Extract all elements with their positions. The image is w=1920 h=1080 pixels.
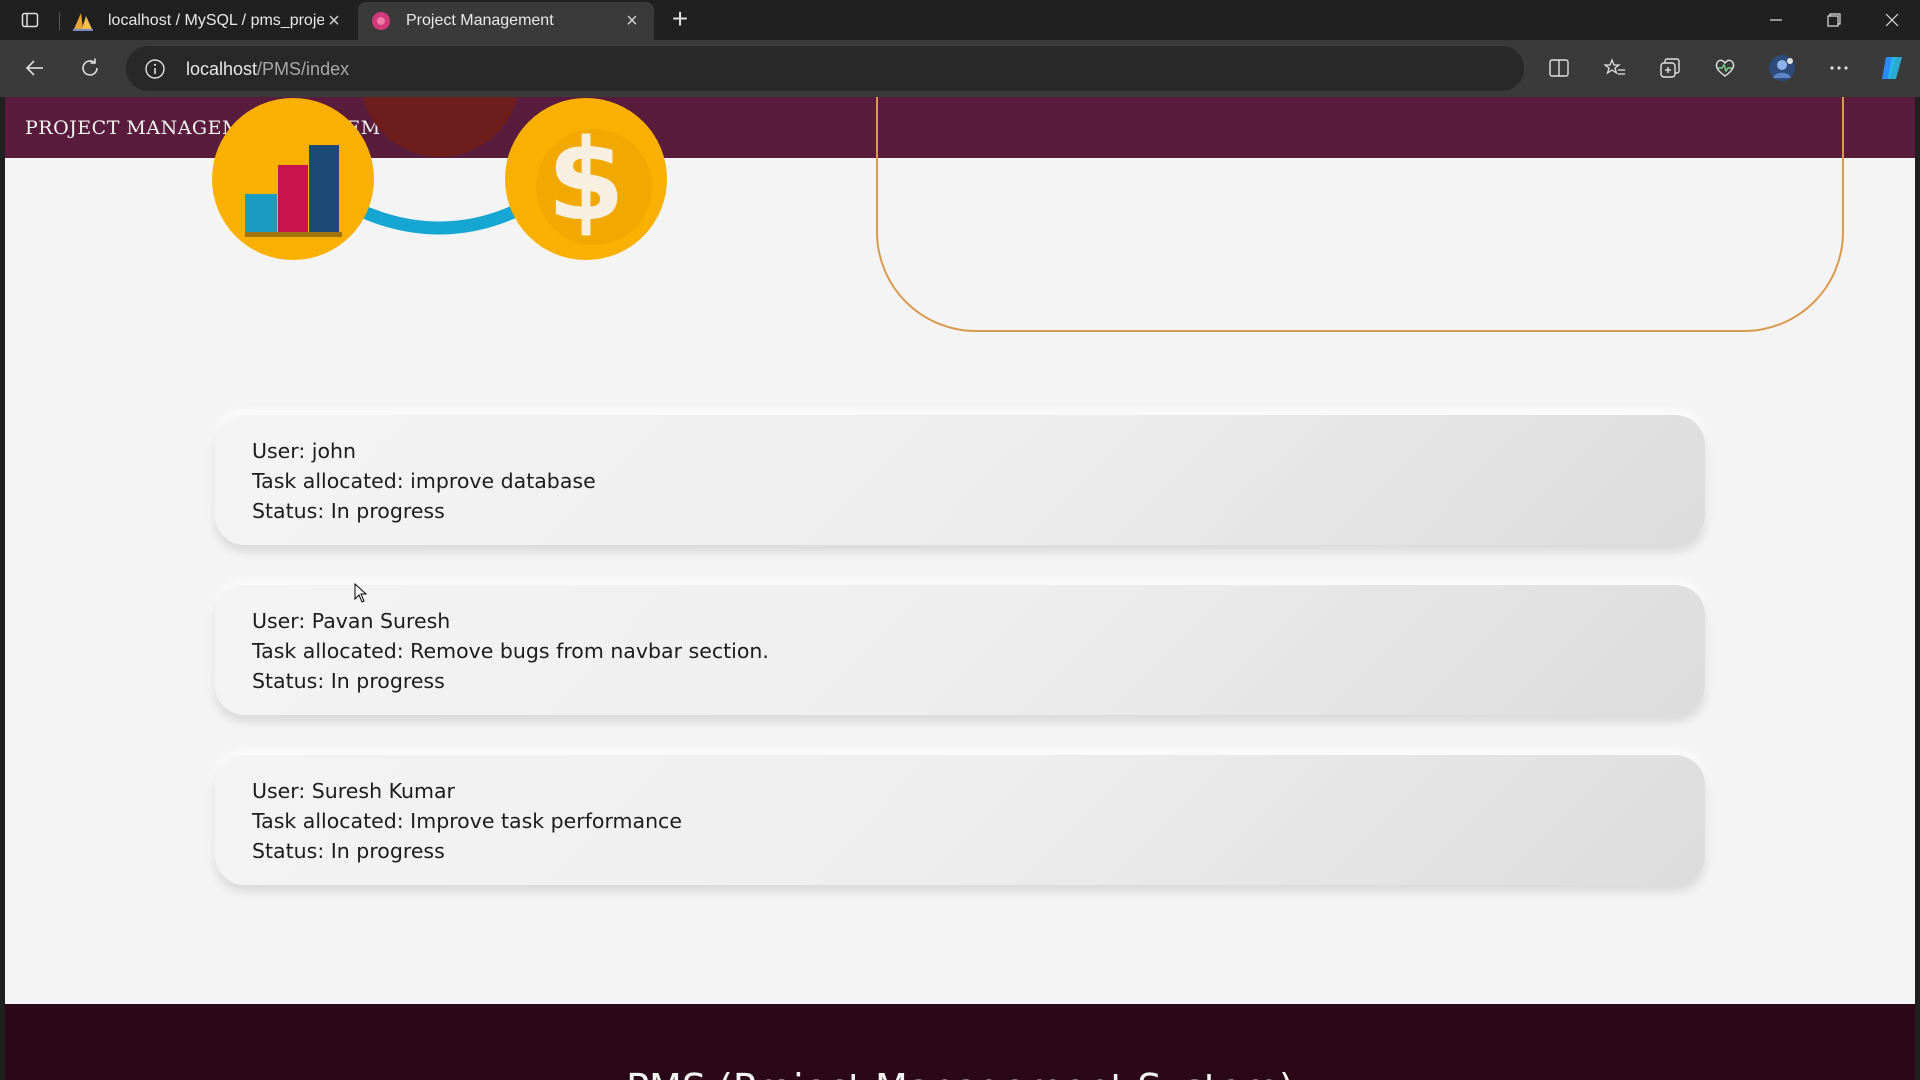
split-screen-icon[interactable] [1541, 50, 1577, 86]
site-brand[interactable]: PROJECT MANAGEMENT SYSTEM [25, 117, 381, 139]
footer-title: PMS (Project Management System) [5, 1066, 1915, 1080]
task-card: User: Pavan Suresh Task allocated: Remov… [215, 585, 1705, 715]
tab-project-management[interactable]: Project Management × [358, 2, 654, 40]
copilot-icon[interactable] [1874, 50, 1910, 86]
task-status: Status: In progress [252, 669, 445, 693]
url-host: localhost [186, 59, 258, 79]
new-tab-button[interactable]: + [666, 5, 694, 34]
site-footer: PMS (Project Management System) [5, 1004, 1915, 1080]
tab-title: localhost / MySQL / pms_project [108, 12, 324, 29]
collections-icon[interactable] [1652, 50, 1688, 86]
browser-essentials-icon[interactable] [1707, 50, 1743, 86]
task-card: User: john Task allocated: improve datab… [215, 415, 1705, 545]
task-allocated: Task allocated: improve database [252, 469, 596, 493]
outline-decoration-panel [876, 97, 1844, 332]
restore-window-icon[interactable] [1806, 0, 1862, 40]
mouse-cursor-icon [354, 583, 368, 603]
close-window-icon[interactable] [1864, 0, 1920, 40]
tab-phpmyadmin[interactable]: localhost / MySQL / pms_project × [60, 2, 356, 40]
close-tab-icon[interactable]: × [622, 10, 642, 32]
tab-actions-icon[interactable] [18, 8, 42, 32]
task-status: Status: In progress [252, 499, 445, 523]
phpmyadmin-sail-icon [72, 10, 94, 32]
more-options-icon[interactable] [1821, 50, 1857, 86]
back-arrow-icon[interactable] [17, 50, 53, 86]
task-allocated: Task allocated: Remove bugs from navbar … [252, 639, 769, 663]
task-user: User: Suresh Kumar [252, 779, 455, 803]
task-allocated: Task allocated: Improve task performance [252, 809, 682, 833]
browser-tab-bar: localhost / MySQL / pms_project × Projec… [0, 0, 1920, 40]
url-text[interactable]: localhost/PMS/index [186, 56, 349, 82]
close-tab-icon[interactable]: × [324, 10, 344, 32]
task-user: User: john [252, 439, 357, 463]
profile-avatar-icon[interactable] [1764, 50, 1800, 86]
favorites-list-icon[interactable] [1597, 50, 1633, 86]
url-path: /PMS/index [257, 59, 350, 79]
refresh-icon[interactable] [72, 50, 108, 86]
web-page: PROJECT MANAGEMENT SYSTEM $ User: john T… [5, 97, 1915, 1080]
connector-arc [354, 203, 523, 235]
site-info-icon[interactable] [142, 56, 168, 82]
task-user: User: Pavan Suresh [252, 609, 451, 633]
minimize-window-icon[interactable] [1748, 0, 1804, 40]
pink-circle-icon [370, 10, 392, 32]
task-card: User: Suresh Kumar Task allocated: Impro… [215, 755, 1705, 885]
task-status: Status: In progress [252, 839, 445, 863]
tab-title: Project Management [406, 12, 554, 29]
